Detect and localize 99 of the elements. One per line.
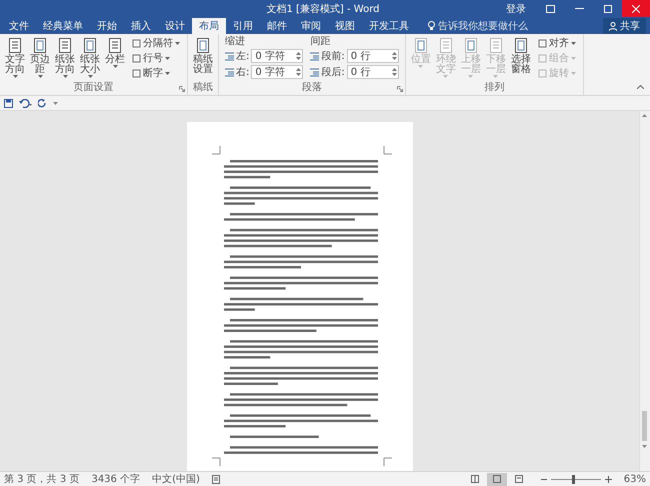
spacing-icon [225,52,234,60]
ribbon-tab[interactable]: 开发工具 [362,18,416,34]
page-icon [195,37,211,54]
customize-icon[interactable] [53,101,58,105]
maximize-icon [604,4,612,12]
dialog-launcher-icon[interactable] [179,86,185,92]
view-mode-button[interactable] [486,472,507,486]
spin-field[interactable]: 0 字符 [251,65,304,79]
proofing-icon[interactable] [212,474,220,484]
ribbon-button[interactable]: 稿纸设置 [191,36,215,82]
spacing-icon [225,68,234,76]
zoom-in-icon[interactable] [604,476,612,482]
ribbon-tab[interactable]: 引用 [226,18,260,34]
spinner-icon [392,67,397,77]
ribbon-tab[interactable]: 经典菜单 [36,18,90,34]
ribbon-button[interactable]: 对齐 [536,36,578,50]
caret-icon [62,75,68,78]
dialog-launcher-icon[interactable] [396,86,403,92]
ribbon-button[interactable]: 纸张方向 [53,36,77,82]
ribbon-display-icon [546,4,555,12]
page-count[interactable]: 第 3 页，共 3 页 [4,472,80,486]
caret-icon [112,65,118,68]
minimize-icon [575,8,584,9]
view-mode-icon [492,475,502,483]
page-icon [32,37,48,54]
section-title: 间距 [310,36,332,47]
caret-icon [570,72,576,74]
spin-field[interactable]: 0 行 [346,49,399,63]
caret-icon [418,65,424,68]
language-indicator[interactable]: 中文(中国) [152,472,200,486]
spacing-icon [310,68,320,76]
group-label: 稿纸 [193,82,213,95]
share-button[interactable]: 共享 [603,18,646,34]
zoom-slider-thumb[interactable] [572,474,576,484]
ribbon-tab[interactable]: 插入 [124,18,158,34]
caret-icon [443,75,448,78]
field-label: 段前: [321,50,345,63]
ribbon-tab[interactable]: 审阅 [294,18,328,34]
close-icon [632,4,640,12]
caret-icon [468,75,474,78]
field-label: 左: [236,50,250,63]
ribbon-tab[interactable]: 设计 [158,18,192,34]
page-icon [57,37,73,54]
ribbon-button[interactable]: 分栏 [103,36,127,82]
page-icon [82,37,98,54]
group-label: 页面设置 [74,82,114,95]
ribbon-button[interactable]: 分隔符 [130,36,182,50]
save-icon[interactable] [4,98,13,108]
person-icon [609,22,617,30]
caret-icon [12,75,18,78]
caret-icon [165,56,170,60]
page-icon [488,37,504,54]
spinner-icon [392,51,397,61]
ribbon-button[interactable]: 行号 [130,51,182,65]
caret-icon [570,42,576,44]
view-mode-icon [470,475,480,483]
ribbon-tab[interactable]: 布局 [192,18,226,34]
ribbon-button[interactable]: 文字方向 [3,36,27,82]
search-field[interactable]: 告诉我你想要做什么 [424,18,532,34]
page-icon [462,37,479,54]
ribbon-button[interactable]: 断字 [130,66,182,80]
view-mode-icon [514,475,524,483]
sign-in-button[interactable]: 登录 [496,0,536,17]
spacing-icon [310,52,320,60]
caret-icon [570,56,576,60]
caret-icon [38,75,42,78]
ribbon-tab[interactable]: 邮件 [260,18,294,34]
spinner-icon [296,51,302,61]
ribbon-button[interactable]: 选择窗格 [508,36,533,82]
section-title: 缩进 [225,36,246,47]
spin-field[interactable]: 0 行 [346,65,399,79]
spinner-icon [296,67,302,77]
lightbulb-icon [428,21,435,31]
ribbon-tab[interactable]: 文件 [2,18,36,34]
spin-field[interactable]: 0 字符 [251,49,304,63]
zoom-level[interactable]: 63% [624,474,646,484]
collapse-icon[interactable] [637,85,644,89]
word-count[interactable]: 3436 个字 [91,472,140,486]
window-title: 文档1 [兼容模式] - Word [265,2,380,16]
ribbon-tab[interactable]: 开始 [90,18,124,34]
undo-icon[interactable] [19,98,32,108]
ribbon-button[interactable]: 页边距 [28,36,52,82]
caret-icon [493,75,498,78]
group-label: 排列 [484,82,504,95]
page-icon [438,37,454,54]
group-label: 段落 [302,82,322,95]
page-icon [412,37,429,54]
page-icon [7,37,23,54]
redo-icon[interactable] [38,98,47,108]
field-label: 段后: [321,66,345,79]
close-button[interactable] [622,0,650,17]
caret-icon [88,75,92,78]
caret-icon [175,42,180,44]
ribbon-tab[interactable]: 视图 [328,18,362,34]
page-icon [512,37,529,54]
field-label: 右: [236,66,250,79]
caret-icon [165,72,170,74]
ribbon-button[interactable]: 纸张大小 [78,36,102,82]
page-icon [107,37,123,54]
